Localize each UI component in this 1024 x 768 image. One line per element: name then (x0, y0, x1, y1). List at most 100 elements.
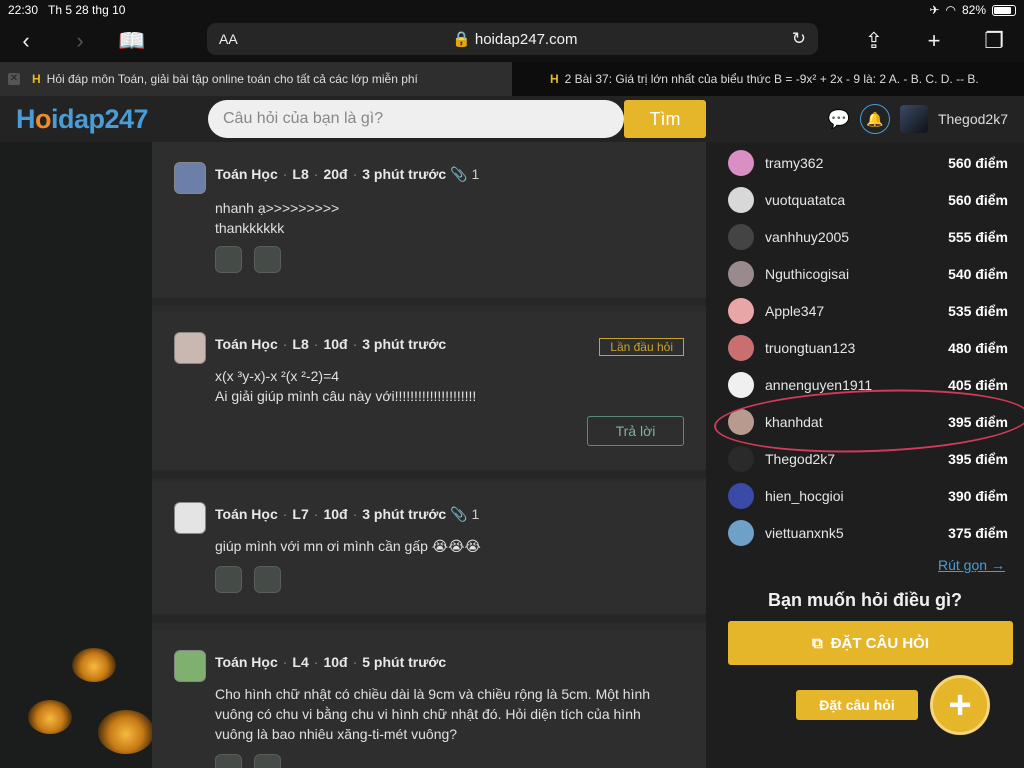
points: 10đ (323, 336, 348, 352)
close-tab-icon[interactable]: ✕ (8, 73, 20, 85)
avatar (728, 261, 754, 287)
attachment-thumbnail[interactable] (215, 246, 242, 273)
search-button[interactable]: Tìm (624, 100, 706, 138)
grade: L7 (292, 506, 309, 522)
reader-aa-button[interactable]: AA (219, 31, 238, 47)
search-input[interactable]: Câu hỏi của bạn là gì? (208, 100, 624, 138)
ranking-username[interactable]: annenguyen1911 (765, 377, 948, 393)
question-card[interactable]: Toán Học · L8 · 10đ · 3 phút trước Lần đầu hỏi… (152, 312, 706, 478)
time-ago: 3 phút trước (362, 336, 447, 352)
attachment-count: 1 (471, 506, 480, 522)
pumpkin-icon (28, 700, 72, 734)
floating-ask-label[interactable]: Đặt câu hỏi (796, 690, 918, 720)
question-card[interactable]: Toán Học · L4 · 10đ · 5 phút trước Cho hình ch… (152, 630, 706, 768)
tab-1[interactable]: ✕ H Hỏi đáp môn Toán, giải bài tập onlin… (0, 62, 512, 96)
grade: L4 (292, 654, 309, 670)
ranking-item[interactable]: vanhhuy2005 555 điểm (728, 224, 1008, 250)
ranking-username[interactable]: viettuanxnk5 (765, 525, 948, 541)
ranking-item[interactable]: tramy362 560 điểm (728, 150, 1008, 176)
avatar[interactable] (174, 502, 206, 534)
ranking-username[interactable]: Nguthicogisai (765, 266, 948, 282)
question-body[interactable]: x(x ³y-x)-x ²(x ²-2)=4 Ai giải giúp mình… (215, 366, 476, 406)
subject[interactable]: Toán Học (215, 336, 278, 352)
url-text: 🔒 hoidap247.com (452, 31, 578, 48)
ranking-username[interactable]: vuotquatatca (765, 192, 948, 208)
question-feed: Toán Học · L8 · 20đ · 3 phút trước 📎 1 nhanh ạ>>… (152, 142, 706, 768)
tab-title: Hỏi đáp môn Toán, giải bài tập online to… (46, 72, 418, 86)
paperclip-icon: 📎 (450, 506, 468, 522)
ranking-username[interactable]: truongtuan123 (765, 340, 948, 356)
attachment-thumbnail[interactable] (254, 246, 281, 273)
attachment-thumbnail[interactable] (254, 566, 281, 593)
ranking-item[interactable]: Thegod2k7 395 điểm (728, 446, 1008, 472)
new-tab-icon[interactable]: + (914, 28, 954, 54)
site-logo[interactable]: Hoidap247 (16, 104, 149, 135)
paperclip-icon: 📎 (450, 166, 468, 182)
ask-question-button[interactable]: ⧉ ĐẶT CÂU HỎI (728, 621, 1013, 665)
question-body[interactable]: nhanh ạ>>>>>>>>> thankkkkkk (215, 198, 339, 238)
ranking-points: 560 điểm (948, 155, 1008, 171)
ranking-username[interactable]: Apple347 (765, 303, 948, 319)
avatar (728, 372, 754, 398)
pumpkin-icon (72, 648, 116, 682)
ranking-item[interactable]: viettuanxnk5 375 điểm (728, 520, 1008, 546)
forward-icon[interactable]: › (60, 28, 100, 54)
share-icon[interactable]: ⇪ (854, 28, 894, 54)
reload-icon[interactable]: ↻ (792, 29, 806, 49)
username[interactable]: Thegod2k7 (938, 111, 1008, 127)
collapse-link[interactable]: Rút gọn → (938, 557, 1005, 573)
points: 10đ (323, 654, 348, 670)
collapse-label: Rút gọn (938, 557, 988, 573)
ranking-item[interactable]: khanhdat 395 điểm (728, 409, 1008, 435)
ranking-item[interactable]: Nguthicogisai 540 điểm (728, 261, 1008, 287)
status-date: Th 5 28 thg 10 (48, 3, 126, 17)
question-body[interactable]: Cho hình chữ nhật có chiều dài là 9cm và… (215, 684, 650, 744)
bookmarks-icon[interactable]: 📖 (112, 28, 152, 54)
ranking-username[interactable]: vanhhuy2005 (765, 229, 948, 245)
attachment-thumbnail[interactable] (215, 754, 242, 768)
avatar[interactable] (899, 105, 928, 133)
status-bar: 22:30 Th 5 28 thg 10 ✈ ◠ 82% (0, 0, 1024, 20)
avatar[interactable] (174, 332, 206, 364)
points: 10đ (323, 506, 348, 522)
subject[interactable]: Toán Học (215, 506, 278, 522)
status-time: 22:30 (8, 3, 39, 17)
subject[interactable]: Toán Học (215, 166, 278, 182)
avatar (728, 446, 754, 472)
ranking-username[interactable]: tramy362 (765, 155, 948, 171)
wifi-icon: ◠ (945, 3, 956, 17)
ranking-username[interactable]: Thegod2k7 (765, 451, 948, 467)
avatar (728, 335, 754, 361)
ranking-item[interactable]: hien_hocgioi 390 điểm (728, 483, 1008, 509)
ranking-item[interactable]: vuotquatatca 560 điểm (728, 187, 1008, 213)
tab-2[interactable]: H 2 Bài 37: Giá trị lớn nhất của biểu th… (512, 62, 1024, 96)
address-bar[interactable]: AA 🔒 hoidap247.com ↻ (207, 23, 818, 55)
ranking-item[interactable]: annenguyen1911 405 điểm (728, 372, 1008, 398)
avatar[interactable] (174, 162, 206, 194)
bell-icon[interactable]: 🔔 (859, 104, 890, 134)
tabs-overview-icon[interactable]: ❐ (974, 28, 1014, 54)
avatar[interactable] (174, 650, 206, 682)
question-card[interactable]: Toán Học · L7 · 10đ · 3 phút trước 📎 1 giúp mình… (152, 482, 706, 622)
attachment-thumbnail[interactable] (215, 566, 242, 593)
attachment-thumbnail[interactable] (254, 754, 281, 768)
ranking-username[interactable]: hien_hocgioi (765, 488, 948, 504)
logo-part: H (16, 104, 36, 134)
question-line: vuông là bao nhiêu xăng-ti-mét vuông? (215, 726, 458, 742)
favicon-icon: H (32, 72, 41, 86)
ranking-username[interactable]: khanhdat (765, 414, 948, 430)
subject[interactable]: Toán Học (215, 654, 278, 670)
question-body[interactable]: giúp mình với mn ơi mình cần gấp 😭😭😭 (215, 536, 481, 556)
back-icon[interactable]: ‹ (6, 28, 46, 54)
ranking-item[interactable]: Apple347 535 điểm (728, 298, 1008, 324)
attachment-thumbs (215, 246, 281, 273)
reply-button[interactable]: Trả lời (587, 416, 684, 446)
messages-icon[interactable]: 💬 (828, 109, 850, 130)
floating-add-button[interactable]: + (930, 675, 990, 735)
ranking-item[interactable]: truongtuan123 480 điểm (728, 335, 1008, 361)
question-card[interactable]: Toán Học · L8 · 20đ · 3 phút trước 📎 1 nhanh ạ>>… (152, 142, 706, 306)
arrow-right-icon: → (990, 557, 1005, 573)
ranking-points: 555 điểm (948, 229, 1008, 245)
question-line: nhanh ạ>>>>>>>>> (215, 200, 340, 216)
avatar (728, 409, 754, 435)
